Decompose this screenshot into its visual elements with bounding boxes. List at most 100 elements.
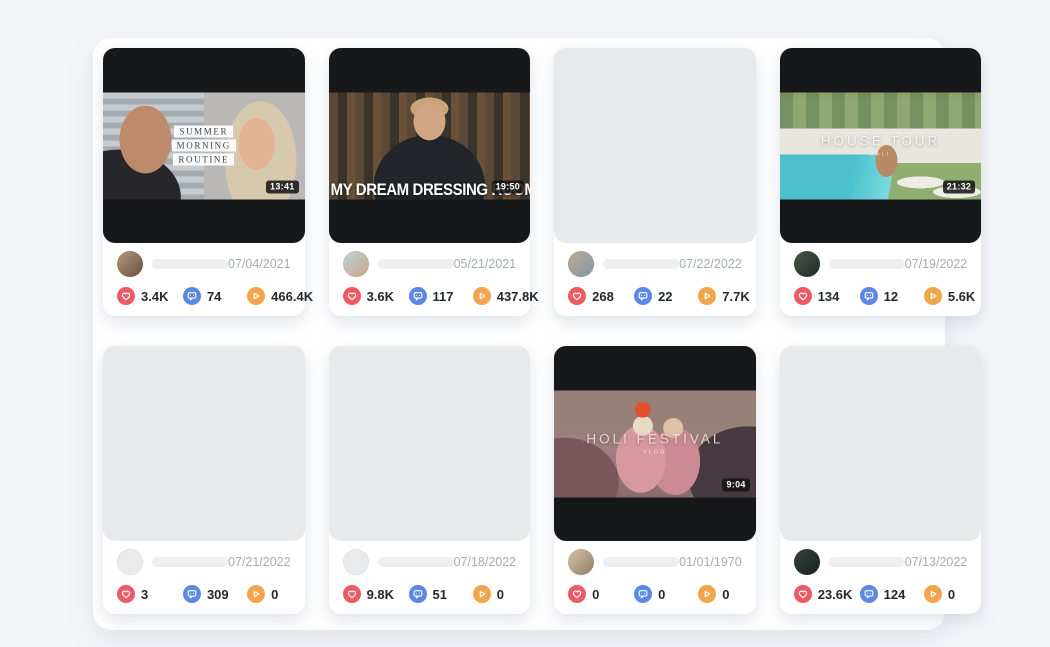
avatar[interactable] <box>794 549 820 575</box>
avatar[interactable] <box>343 549 369 575</box>
stats-row: 0 0 0 <box>568 585 742 603</box>
avatar[interactable] <box>117 251 143 277</box>
duration-badge: 9:04 <box>722 478 749 491</box>
comments-stat[interactable]: 124 <box>860 585 924 603</box>
comments-stat[interactable]: 117 <box>409 287 473 305</box>
publish-date: 07/19/2022 <box>905 257 968 271</box>
comment-icon <box>634 585 652 603</box>
video-title-text: HOLI FESTIVAL <box>586 432 723 447</box>
likes-stat[interactable]: 268 <box>568 287 634 305</box>
comments-stat[interactable]: 0 <box>634 585 698 603</box>
video-thumbnail[interactable]: MY DREAM DRESSING ROOM19:50 <box>329 48 531 243</box>
video-thumbnail[interactable] <box>103 346 305 541</box>
comments-value: 0 <box>658 587 665 602</box>
likes-stat[interactable]: 23.6K <box>794 585 860 603</box>
publish-date: 07/18/2022 <box>454 555 517 569</box>
views-value: 5.6K <box>948 289 975 304</box>
views-stat[interactable]: 5.6K <box>924 287 967 305</box>
comments-stat[interactable]: 74 <box>183 287 247 305</box>
play-icon <box>473 287 491 305</box>
likes-value: 23.6K <box>818 587 853 602</box>
avatar[interactable] <box>568 251 594 277</box>
comments-stat[interactable]: 22 <box>634 287 698 305</box>
video-card[interactable]: HOUSE TOURBALI21:32 07/19/2022 134 <box>780 48 982 316</box>
video-card-grid: SUMMERMORNINGROUTINE13:41 07/04/2021 3.4… <box>93 38 945 630</box>
video-card[interactable]: MY DREAM DRESSING ROOM19:50 05/21/2021 3… <box>329 48 531 316</box>
publish-date: 07/04/2021 <box>228 257 291 271</box>
avatar[interactable] <box>117 549 143 575</box>
thumbnail-image: SUMMERMORNINGROUTINE13:41 <box>103 92 305 199</box>
comment-icon <box>860 585 878 603</box>
duration-badge: 13:41 <box>266 180 299 193</box>
views-stat[interactable]: 0 <box>698 585 741 603</box>
likes-stat[interactable]: 3.4K <box>117 287 183 305</box>
publish-date: 05/21/2021 <box>454 257 517 271</box>
video-card[interactable]: 07/18/2022 9.8K 51 <box>329 346 531 614</box>
video-subtitle-text: BALI <box>870 152 891 158</box>
video-thumbnail[interactable]: HOUSE TOURBALI21:32 <box>780 48 982 243</box>
stats-row: 3.4K 74 466.4K <box>117 287 291 305</box>
comments-value: 124 <box>884 587 906 602</box>
video-card[interactable]: SUMMERMORNINGROUTINE13:41 07/04/2021 3.4… <box>103 48 305 316</box>
stats-row: 23.6K 124 0 <box>794 585 968 603</box>
meta-row: 01/01/1970 <box>568 549 742 575</box>
comments-value: 309 <box>207 587 229 602</box>
likes-stat[interactable]: 134 <box>794 287 860 305</box>
views-stat[interactable]: 437.8K <box>473 287 516 305</box>
likes-stat[interactable]: 3.6K <box>343 287 409 305</box>
heart-icon <box>568 287 586 305</box>
comment-icon <box>183 585 201 603</box>
video-thumbnail[interactable]: SUMMERMORNINGROUTINE13:41 <box>103 48 305 243</box>
comment-icon <box>860 287 878 305</box>
videos-panel: SUMMERMORNINGROUTINE13:41 07/04/2021 3.4… <box>93 38 945 630</box>
likes-value: 3.4K <box>141 289 168 304</box>
stats-row: 134 12 5.6K <box>794 287 968 305</box>
channel-name-placeholder <box>152 557 228 567</box>
views-value: 0 <box>271 587 278 602</box>
comments-stat[interactable]: 309 <box>183 585 247 603</box>
video-card[interactable]: 07/22/2022 268 22 <box>554 48 756 316</box>
likes-value: 9.8K <box>367 587 394 602</box>
avatar[interactable] <box>343 251 369 277</box>
video-card[interactable]: HOLI FESTIVALVLOG9:04 01/01/1970 0 <box>554 346 756 614</box>
views-stat[interactable]: 466.4K <box>247 287 290 305</box>
comments-stat[interactable]: 12 <box>860 287 924 305</box>
views-stat[interactable]: 7.7K <box>698 287 741 305</box>
video-card[interactable]: 07/13/2022 23.6K 124 <box>780 346 982 614</box>
video-thumbnail[interactable] <box>329 346 531 541</box>
heart-icon <box>343 585 361 603</box>
video-info: 07/22/2022 268 22 <box>554 243 756 318</box>
video-thumbnail[interactable] <box>554 48 756 243</box>
avatar[interactable] <box>568 549 594 575</box>
comments-value: 22 <box>658 289 672 304</box>
video-card[interactable]: 07/21/2022 3 309 <box>103 346 305 614</box>
likes-stat[interactable]: 9.8K <box>343 585 409 603</box>
play-icon <box>698 287 716 305</box>
video-thumbnail[interactable]: HOLI FESTIVALVLOG9:04 <box>554 346 756 541</box>
play-icon <box>247 287 265 305</box>
views-stat[interactable]: 0 <box>473 585 516 603</box>
views-value: 0 <box>497 587 504 602</box>
thumbnail-image: MY DREAM DRESSING ROOM19:50 <box>329 92 531 199</box>
comments-value: 74 <box>207 289 221 304</box>
app-background: { "page": { "background": "#f3f5f9", "pa… <box>0 0 1050 647</box>
views-value: 0 <box>948 587 955 602</box>
comments-value: 51 <box>433 587 447 602</box>
likes-stat[interactable]: 3 <box>117 585 183 603</box>
meta-row: 07/19/2022 <box>794 251 968 277</box>
video-thumbnail[interactable] <box>780 346 982 541</box>
meta-row: 07/13/2022 <box>794 549 968 575</box>
likes-value: 3 <box>141 587 148 602</box>
views-stat[interactable]: 0 <box>247 585 290 603</box>
likes-stat[interactable]: 0 <box>568 585 634 603</box>
likes-value: 134 <box>818 289 840 304</box>
avatar[interactable] <box>794 251 820 277</box>
comment-icon <box>183 287 201 305</box>
comments-stat[interactable]: 51 <box>409 585 473 603</box>
meta-row: 07/22/2022 <box>568 251 742 277</box>
comment-icon <box>409 287 427 305</box>
video-info: 05/21/2021 3.6K 117 <box>329 243 531 318</box>
views-stat[interactable]: 0 <box>924 585 967 603</box>
duration-badge: 19:50 <box>492 180 525 193</box>
play-icon <box>473 585 491 603</box>
